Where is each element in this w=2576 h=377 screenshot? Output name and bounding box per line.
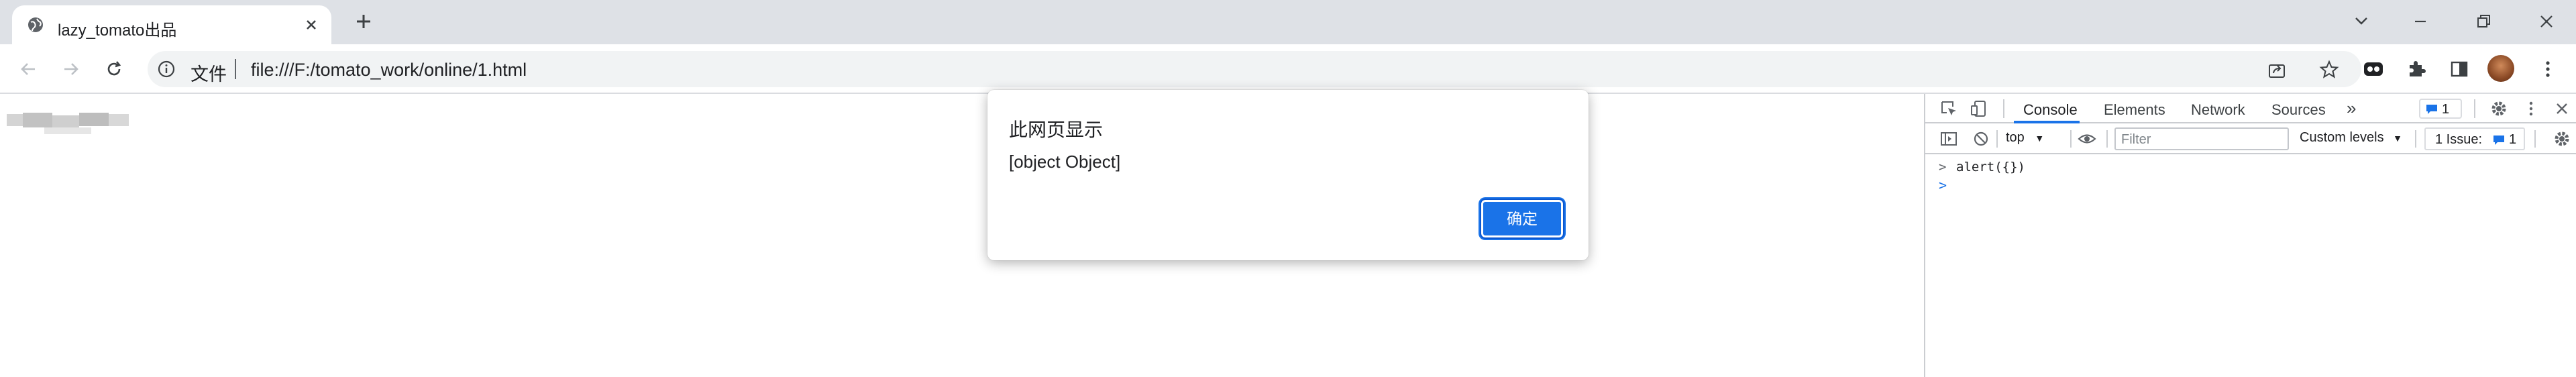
blurred-content [7, 113, 129, 134]
console-entry-text: alert({}) [1956, 160, 2025, 174]
inspect-element-icon[interactable] [1939, 99, 1959, 119]
extension-app-icon[interactable] [2360, 56, 2387, 83]
toolbar-separator [1996, 130, 1998, 148]
info-icon[interactable] [157, 60, 176, 78]
dropdown-arrow-icon: ▼ [2393, 133, 2403, 144]
log-levels-dropdown[interactable]: Custom levels ▼ [2300, 130, 2402, 146]
console-settings-gear-icon[interactable] [2552, 129, 2572, 149]
message-icon [2493, 136, 2504, 145]
toolbar-separator [2534, 130, 2536, 148]
message-icon [2426, 105, 2437, 114]
url-scheme-label: 文件 [191, 64, 227, 85]
more-tabs-icon[interactable]: » [2347, 98, 2356, 119]
dialog-title: 此网页显示 [1009, 119, 1104, 140]
reload-icon[interactable] [101, 56, 127, 83]
tab-strip: lazy_tomato出品 [0, 0, 2576, 44]
toolbar-separator [2070, 130, 2072, 148]
issues-badge[interactable]: 1 [2419, 99, 2462, 119]
prompt-chevron: > [1939, 160, 1947, 174]
star-icon[interactable] [2318, 59, 2340, 80]
tab-separator [2003, 99, 2004, 118]
settings-gear-icon[interactable] [2489, 99, 2509, 119]
address-bar[interactable]: 文件 file:///F:/tomato_work/online/1.html [148, 51, 2361, 87]
devtools-more-icon[interactable] [2521, 99, 2541, 119]
tab-console[interactable]: Console [2023, 101, 2078, 119]
tab-title: lazy_tomato出品 [58, 21, 177, 40]
close-devtools-icon[interactable] [2552, 99, 2572, 119]
url-separator [235, 59, 236, 79]
tab-sources[interactable]: Sources [2271, 101, 2326, 119]
url-text[interactable]: file:///F:/tomato_work/online/1.html [251, 60, 527, 80]
dropdown-arrow-icon: ▼ [2035, 133, 2045, 144]
tab-close-icon[interactable] [302, 15, 321, 34]
share-icon[interactable] [2266, 59, 2288, 80]
toolbar-separator [2106, 130, 2108, 148]
alert-dialog: 此网页显示 [object Object] 确定 [987, 90, 1589, 260]
dialog-message: [object Object] [1009, 152, 1121, 172]
back-icon[interactable] [15, 56, 42, 83]
filter-placeholder: Filter [2121, 132, 2151, 147]
issues-label: 1 Issue: [2435, 132, 2483, 147]
tab-network[interactable]: Network [2191, 101, 2245, 119]
tab-elements[interactable]: Elements [2104, 101, 2165, 119]
close-window-icon[interactable] [2533, 8, 2560, 35]
restore-icon[interactable] [2470, 8, 2497, 35]
forward-icon[interactable] [58, 56, 85, 83]
tab-separator [2474, 99, 2475, 118]
profile-avatar[interactable] [2487, 55, 2514, 82]
globe-icon [28, 17, 43, 32]
chevron-down-icon[interactable] [2348, 8, 2375, 35]
issues-button[interactable]: 1 Issue: 1 [2424, 127, 2525, 150]
browser-toolbar: 文件 file:///F:/tomato_work/online/1.html [0, 44, 2576, 94]
new-tab-icon[interactable] [352, 9, 376, 34]
filter-input[interactable]: Filter [2114, 127, 2289, 150]
console-toolbar: top ▼ Filter Custom levels ▼ 1 Issue: 1 [1925, 123, 2576, 154]
ok-button[interactable]: 确定 [1480, 199, 1564, 239]
prompt-chevron: > [1939, 177, 1947, 193]
device-toolbar-icon[interactable] [1970, 99, 1990, 119]
minimize-icon[interactable] [2407, 8, 2434, 35]
sidebar-toggle-icon[interactable] [1939, 129, 1959, 149]
issues-count: 1 [2509, 132, 2517, 147]
page-viewport [0, 94, 1924, 377]
kebab-menu-icon[interactable] [2534, 56, 2561, 83]
extensions-puzzle-icon[interactable] [2403, 56, 2430, 83]
log-levels-label: Custom levels [2300, 130, 2384, 145]
live-expression-eye-icon[interactable] [2077, 129, 2097, 149]
context-value: top [2006, 130, 2025, 145]
console-output[interactable]: > alert({}) > [1925, 156, 2576, 377]
context-selector[interactable]: top ▼ [2006, 130, 2044, 146]
browser-tab[interactable]: lazy_tomato出品 [12, 5, 331, 44]
toolbar-separator [2415, 130, 2416, 148]
issues-badge-count: 1 [2442, 102, 2450, 117]
clear-console-icon[interactable] [1971, 129, 1991, 149]
side-panel-icon[interactable] [2446, 56, 2473, 83]
devtools-tab-bar: Console Elements Network Sources » 1 [1925, 94, 2576, 123]
devtools-panel: Console Elements Network Sources » 1 top… [1924, 94, 2576, 377]
